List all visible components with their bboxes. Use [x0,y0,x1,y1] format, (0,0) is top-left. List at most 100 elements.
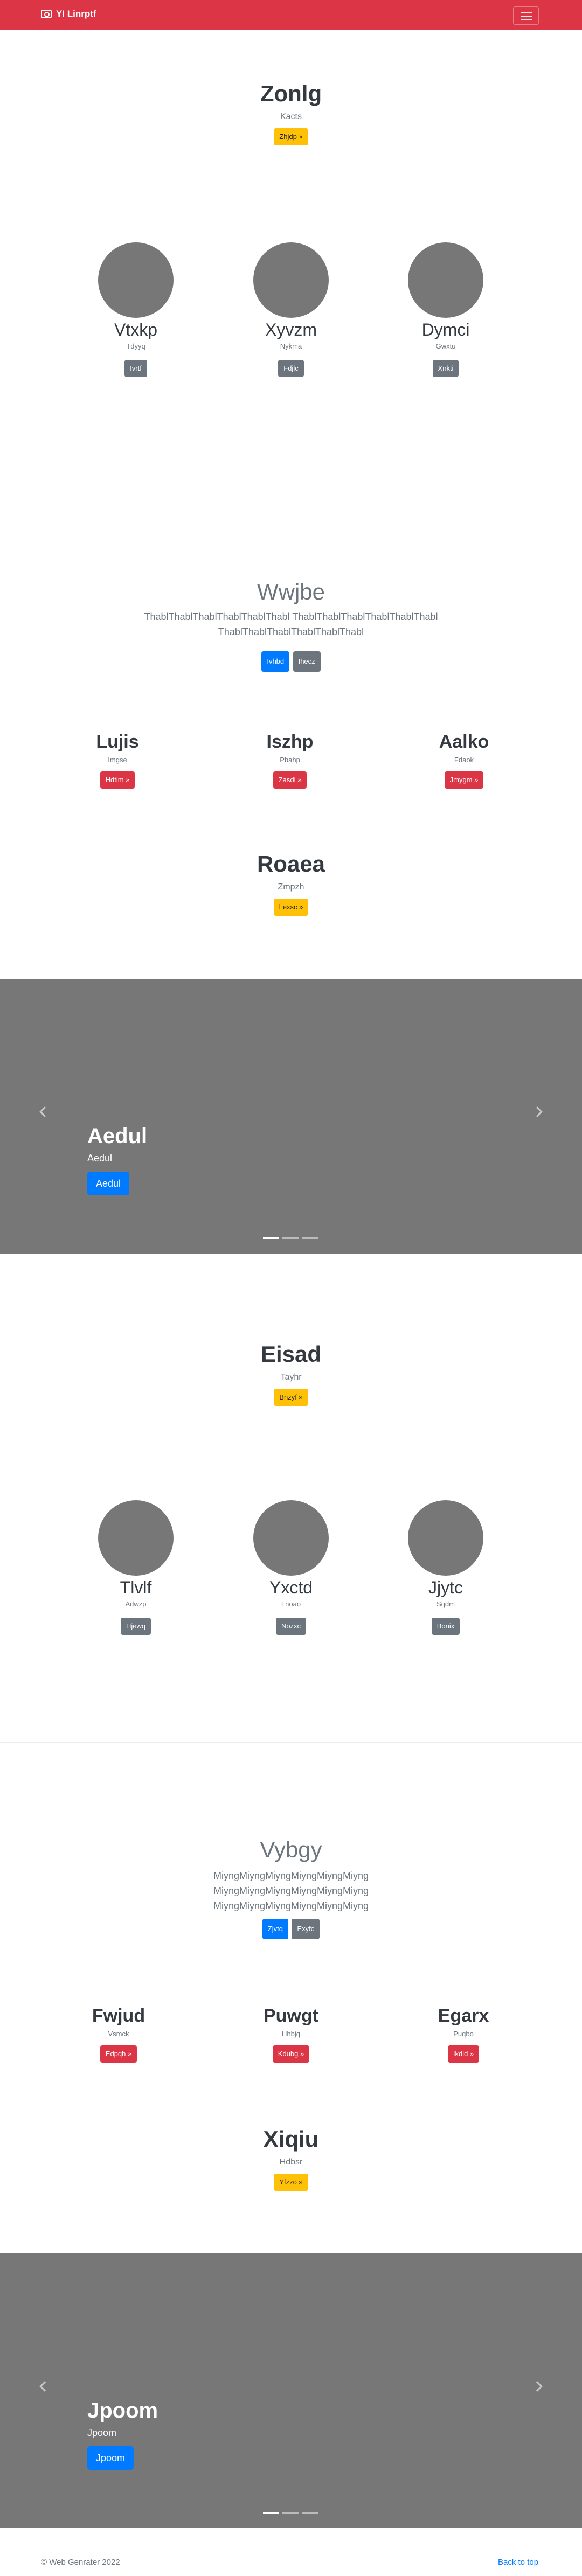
carousel-next-icon[interactable] [532,1106,543,1117]
carousel-indicator[interactable] [302,1237,318,1239]
jumbotron-primary-button[interactable]: Ivhbd [261,651,290,672]
column-button[interactable]: Ikdld » [447,2045,480,2063]
column-title: Xyvzm [265,320,317,339]
carousel-indicators [263,2512,318,2514]
hero-section-3: Eisad Tayhr Bnzyf » [0,1341,582,1406]
brand-name: YI Linrptf [56,9,96,19]
column-button[interactable]: Xnkti [432,360,459,377]
column-button[interactable]: Fdjlc [278,360,304,377]
hero-section-4: Xiqiu Hdbsr Yfzzo » [0,2126,582,2191]
hero-button[interactable]: Lexsc » [273,899,309,916]
jumbotron-text-line: MiyngMiyngMiyngMiyngMiyngMiyng [213,1885,369,1896]
jumbotron-text: ThablThablThablThablThablThabl ThablThab… [144,611,438,637]
feature-column: Puwgt Hhbjq Kdubg » [210,2006,372,2063]
carousel-button[interactable]: Aedul [87,1172,130,1195]
carousel-title: Aedul [87,1124,148,1148]
carousel-caption: Aedul Aedul Aedul [87,1124,147,1195]
jumbotron-text-line: MiyngMiyngMiyngMiyngMiyngMiyng [213,1900,369,1911]
column-text: Nykma [280,342,302,350]
column-text: Vsmck [108,2030,129,2038]
jumbotron-title: Vybgy [260,1837,322,1862]
hero-section-2: Roaea Zmpzh Lexsc » [0,851,582,916]
hero-title: Roaea [257,851,325,876]
carousel-indicator[interactable] [282,1237,299,1239]
hero-subtitle: Zmpzh [278,882,304,892]
column-title: Iszhp [266,732,314,752]
placeholder-image [253,242,329,318]
carousel-prev-icon[interactable] [39,1106,50,1117]
carousel-indicator[interactable] [263,2512,279,2514]
column-title: Fwjud [92,2006,146,2026]
jumbotron-text-line: MiyngMiyngMiyngMiyngMiyngMiyng [213,1870,369,1881]
column-button[interactable]: Edpqh » [100,2045,137,2063]
navbar-toggler-button[interactable] [513,6,539,25]
placeholder-image [253,1500,329,1576]
carousel-prev-icon[interactable] [39,2381,50,2392]
feature-column: Lujis Imgse Hdtim » [37,732,198,789]
placeholder-image [408,1500,483,1576]
carousel-title: Jpoom [87,2399,158,2422]
column-text: Hhbjq [282,2030,300,2038]
column-text: Gwxtu [435,342,456,350]
column-title: Lujis [96,732,139,752]
carousel-next-icon[interactable] [532,2381,543,2392]
feature-column: Iszhp Pbahp Zasdi » [209,732,371,789]
hero-title: Xiqiu [263,2126,319,2152]
jumbotron-secondary-button[interactable]: Ihecz [293,651,321,672]
carousel-button[interactable]: Jpoom [87,2446,134,2470]
column-title: Yxctd [269,1578,313,1597]
feature-column: Tlvlf Adwzp Hjewq [55,1500,217,1635]
column-title: Puwgt [264,2006,318,2026]
column-button[interactable]: Bonix [431,1618,460,1635]
column-text: Imgse [108,756,127,764]
column-text: Sqdm [436,1600,455,1608]
column-title: Vtxkp [114,320,158,339]
feature-column: Jjytc Sqdm Bonix [365,1500,526,1635]
brand-link[interactable]: YI Linrptf [41,9,96,19]
section-divider [0,1742,582,1743]
column-button[interactable]: Nozxc [275,1618,307,1635]
column-button[interactable]: Jmygm » [444,771,484,789]
jumbotron-primary-button[interactable]: Zjvtq [262,1919,288,1939]
hero-title: Zonlg [260,81,322,106]
back-to-top-link[interactable]: Back to top [498,2558,538,2567]
carousel-caption: Jpoom Jpoom Jpoom [87,2399,158,2470]
column-title: Dymci [421,320,470,339]
hero-section-1: Zonlg Kacts Zhjdp » [0,81,582,145]
column-text: Lnoao [281,1600,301,1608]
carousel-indicator[interactable] [263,1237,279,1239]
hamburger-icon [521,12,532,13]
hamburger-icon-bar [521,16,532,17]
footer-copyright: © Web Genrater 2022 [41,2558,120,2567]
column-button[interactable]: Hjewq [120,1618,151,1635]
feature-column: Vtxkp Tdyyq Ivrtf [55,242,217,377]
carousel-text: Jpoom [87,2427,117,2438]
column-text: Adwzp [125,1600,147,1608]
jumbotron-title: Wwjbe [257,579,325,604]
carousel-indicator[interactable] [302,2512,318,2514]
footer: © Web Genrater 2022 Back to top [0,2553,582,2575]
column-button[interactable]: Hdtim » [100,771,135,789]
column-title: Tlvlf [120,1578,152,1597]
column-button[interactable]: Ivrtf [124,360,147,377]
carousel-indicator[interactable] [282,2512,299,2514]
column-button[interactable]: Zasdi » [273,771,307,789]
carousel-text: Aedul [87,1153,113,1164]
hero-button[interactable]: Zhjdp » [274,128,308,145]
jumbotron-secondary-button[interactable]: Exyfc [292,1919,320,1939]
placeholder-image [98,1500,174,1576]
column-text: Fdaok [454,756,474,764]
column-title: Aalko [439,732,489,752]
hero-subtitle: Hdbsr [279,2157,303,2167]
hero-button[interactable]: Bnzyf » [274,1389,308,1406]
hero-subtitle: Kacts [280,112,302,121]
navbar: YI Linrptf [0,0,582,30]
column-button[interactable]: Kdubg » [272,2045,310,2063]
hero-button[interactable]: Yfzzo » [274,2174,308,2191]
feature-column: Egarx Puqbo Ikdld » [383,2006,544,2063]
jumbotron-section-1: Wwjbe ThablThablThablThablThablThabl Tha… [0,579,582,672]
camera-icon [41,10,52,18]
jumbotron-section-2: Vybgy MiyngMiyngMiyngMiyngMiyngMiyng Miy… [0,1837,582,1939]
feature-column: Yxctd Lnoao Nozxc [210,1500,372,1635]
column-text: Pbahp [280,756,300,764]
